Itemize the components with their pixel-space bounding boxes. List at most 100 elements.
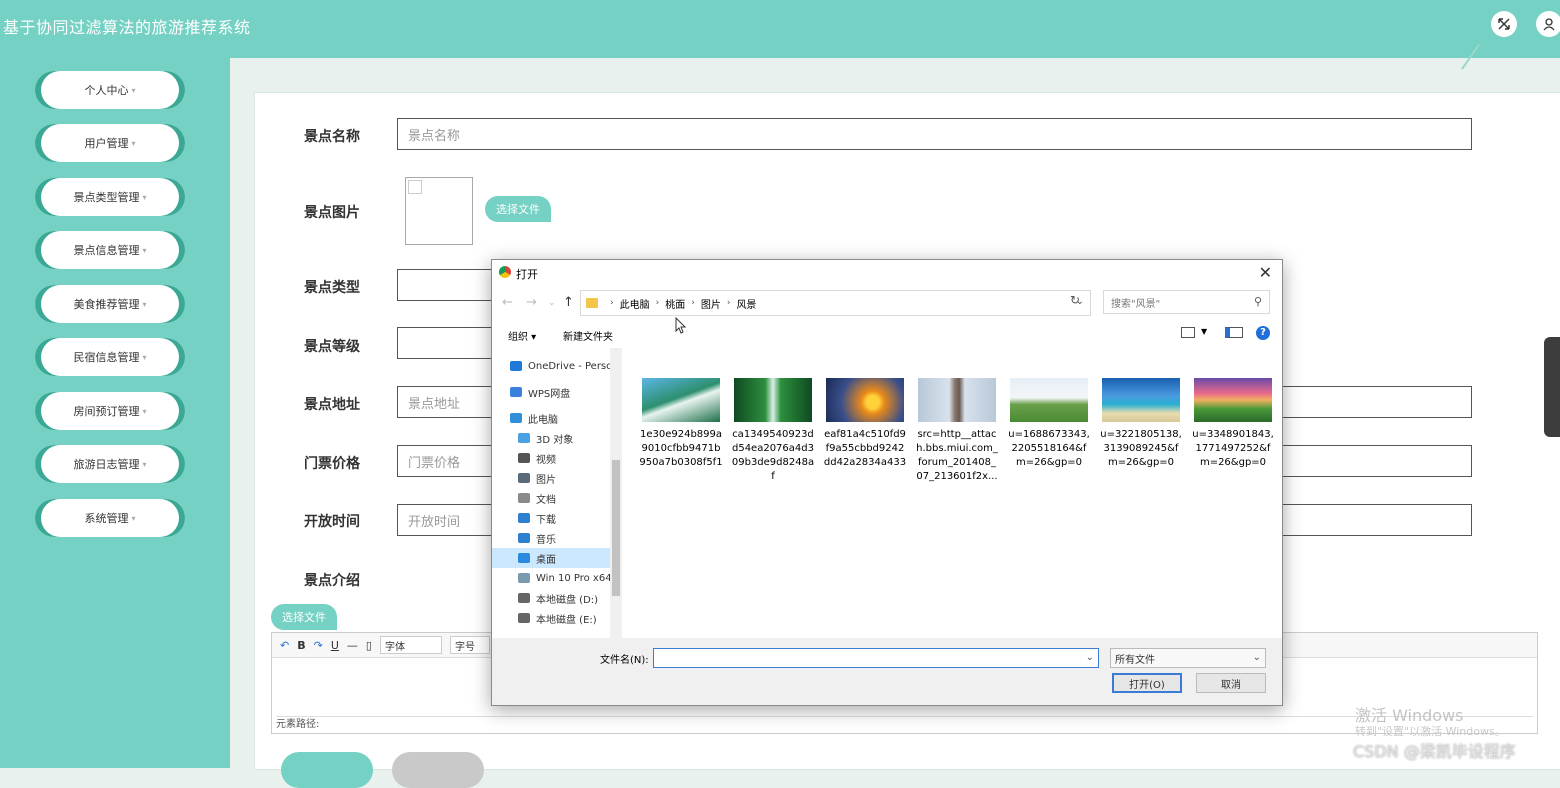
open-time-label: 开放时间	[304, 514, 360, 530]
chevron-down-icon: ▾	[142, 299, 147, 309]
intro-label: 景点介绍	[304, 573, 360, 589]
drive-icon	[518, 573, 530, 583]
address-bar[interactable]: › 此电脑 › 桃面 › 图片 › 风景 ⌄	[580, 290, 1091, 316]
nav-item-documents[interactable]: 文档	[518, 488, 622, 508]
dialog-title: 打开	[516, 268, 538, 281]
undo-icon[interactable]: ↶	[280, 639, 289, 652]
level-label: 景点等级	[304, 339, 360, 355]
nav-item-onedrive[interactable]: OneDrive - Perso	[510, 356, 622, 376]
thumbnail-image	[1102, 378, 1180, 422]
sidebar-item-scenic-info-mgmt[interactable]: 景点信息管理 ▾	[35, 231, 185, 269]
help-icon[interactable]: ?	[1256, 326, 1270, 340]
chevron-down-icon[interactable]: ▼	[1201, 327, 1207, 336]
submit-button[interactable]	[281, 752, 373, 788]
chevron-down-icon: ▾	[142, 406, 147, 416]
activate-windows-hint: 转到"设置"以激活 Windows。	[1355, 725, 1506, 738]
cancel-form-button[interactable]	[392, 752, 484, 788]
chevron-down-icon[interactable]: ⌄	[1086, 652, 1094, 663]
drive-icon	[518, 593, 530, 603]
thumbnail-image	[826, 378, 904, 422]
navigation-pane: OneDrive - Perso WPS网盘 此电脑 3D 对象 视频 图片 文…	[492, 348, 622, 638]
search-input[interactable]: 搜索"风景" ⚲	[1103, 290, 1270, 314]
open-button[interactable]: 打开(O)	[1112, 673, 1182, 693]
thumbnail-image	[642, 378, 720, 422]
file-item[interactable]: src=http__attach.bbs.miui.com_forum_2014…	[915, 378, 999, 484]
file-list: 1e30e924b899a9010cfbb9471b950a7b0308f5f1…	[623, 348, 1282, 638]
nav-item-drive-e[interactable]: 本地磁盘 (E:)	[518, 608, 622, 628]
sidebar-item-booking-mgmt[interactable]: 房间预订管理 ▾	[35, 392, 185, 430]
nav-scrollbar[interactable]	[610, 348, 622, 638]
file-item[interactable]: u=3221805138,3139089245&fm=26&gp=0	[1099, 378, 1183, 470]
type-select[interactable]	[397, 269, 493, 301]
nav-item-videos[interactable]: 视频	[518, 448, 622, 468]
filename-label: 文件名(N):	[600, 655, 649, 666]
sidebar-item-travel-log-mgmt[interactable]: 旅游日志管理 ▾	[35, 445, 185, 483]
chevron-down-icon[interactable]: ⌄	[548, 298, 556, 308]
preview-pane-icon[interactable]	[1225, 327, 1243, 338]
document-icon[interactable]: ▯	[366, 639, 372, 652]
command-bar: 组织 ▾ 新建文件夹 ▼ ?	[492, 324, 1282, 346]
breadcrumb-item[interactable]: 图片	[701, 296, 721, 311]
name-input[interactable]: 景点名称	[397, 118, 1472, 150]
cube-icon	[518, 433, 530, 443]
nav-item-music[interactable]: 音乐	[518, 528, 622, 548]
scroll-thumb[interactable]	[612, 460, 620, 596]
thumbnail-image	[734, 378, 812, 422]
mouse-cursor-icon	[675, 317, 687, 334]
view-options-icon[interactable]	[1181, 327, 1195, 338]
choose-intro-file-button[interactable]: 选择文件	[271, 604, 337, 630]
file-item[interactable]: u=3348901843,1771497252&fm=26&gp=0	[1191, 378, 1275, 470]
file-item[interactable]: u=1688673343,2205518164&fm=26&gp=0	[1007, 378, 1091, 470]
breadcrumb-item[interactable]: 风景	[736, 296, 756, 311]
nav-item-drive-d[interactable]: 本地磁盘 (D:)	[518, 588, 622, 608]
cancel-button[interactable]: 取消	[1196, 673, 1266, 693]
refresh-icon[interactable]: ↻	[1070, 293, 1086, 309]
nav-item-wps[interactable]: WPS网盘	[510, 382, 622, 402]
app-title: 基于协同过滤算法的旅游推荐系统	[3, 18, 251, 37]
cloud-icon	[510, 387, 522, 397]
sidebar: 个人中心 ▾ 用户管理 ▾ 景点类型管理 ▾ 景点信息管理 ▾ 美食推荐管理 ▾ 民宿信息…	[0, 58, 230, 768]
redo-icon[interactable]: ↷	[314, 639, 323, 652]
file-item[interactable]: eaf81a4c510fd9f9a55cbbd9242dd42a2834a433	[823, 378, 907, 470]
file-item[interactable]: ca1349540923dd54ea2076a4d309b3de9d8248af	[731, 378, 815, 484]
sidebar-item-scenic-type-mgmt[interactable]: 景点类型管理 ▾	[35, 178, 185, 216]
nav-item-desktop[interactable]: 桌面	[492, 548, 610, 568]
filename-input[interactable]: ⌄	[653, 648, 1099, 668]
folder-icon	[586, 298, 598, 308]
filetype-select[interactable]: 所有文件 ⌄	[1110, 648, 1266, 668]
sidebar-item-food-mgmt[interactable]: 美食推荐管理 ▾	[35, 285, 185, 323]
forward-icon[interactable]: →	[526, 295, 537, 310]
breadcrumb-item[interactable]: 桃面	[665, 296, 685, 311]
up-icon[interactable]: ↑	[563, 295, 574, 310]
sidebar-item-personal-center[interactable]: 个人中心 ▾	[35, 71, 185, 109]
breadcrumb-item[interactable]: 此电脑	[620, 296, 650, 311]
level-select[interactable]	[397, 327, 493, 359]
sidebar-item-system-mgmt[interactable]: 系统管理 ▾	[35, 499, 185, 537]
page-scroll-handle[interactable]	[1544, 337, 1560, 437]
choose-image-button[interactable]: 选择文件	[485, 196, 551, 222]
new-folder-button[interactable]: 新建文件夹	[563, 328, 613, 343]
nav-item-win10-drive[interactable]: Win 10 Pro x64	[518, 568, 622, 588]
back-icon[interactable]: ←	[502, 295, 513, 310]
nav-item-pictures[interactable]: 图片	[518, 468, 622, 488]
image-preview	[405, 177, 473, 245]
chevron-down-icon: ▾	[142, 459, 147, 469]
font-size-select[interactable]: 字号	[449, 636, 490, 654]
nav-item-3d-objects[interactable]: 3D 对象	[518, 428, 622, 448]
sidebar-item-homestay-mgmt[interactable]: 民宿信息管理 ▾	[35, 338, 185, 376]
close-icon[interactable]: ✕	[1259, 263, 1272, 282]
file-item[interactable]: 1e30e924b899a9010cfbb9471b950a7b0308f5f1	[639, 378, 723, 470]
bold-icon[interactable]: B	[297, 639, 305, 652]
user-icon[interactable]	[1536, 11, 1560, 37]
thumbnail-image	[1194, 378, 1272, 422]
nav-item-this-pc[interactable]: 此电脑	[510, 408, 622, 428]
font-select[interactable]: 字体	[379, 636, 442, 654]
organize-button[interactable]: 组织 ▾	[508, 328, 536, 343]
nav-item-downloads[interactable]: 下载	[518, 508, 622, 528]
sidebar-item-user-mgmt[interactable]: 用户管理 ▾	[35, 124, 185, 162]
fullscreen-icon[interactable]	[1491, 11, 1517, 37]
underline-icon[interactable]: U	[331, 639, 339, 652]
file-open-dialog: 打开 ✕ ← → ⌄ ↑ › 此电脑 › 桃面 › 图片 › 风景 ⌄ ↻ 搜索…	[491, 259, 1283, 706]
horizontal-rule-icon[interactable]: —	[347, 639, 358, 652]
desktop-icon	[518, 553, 530, 563]
